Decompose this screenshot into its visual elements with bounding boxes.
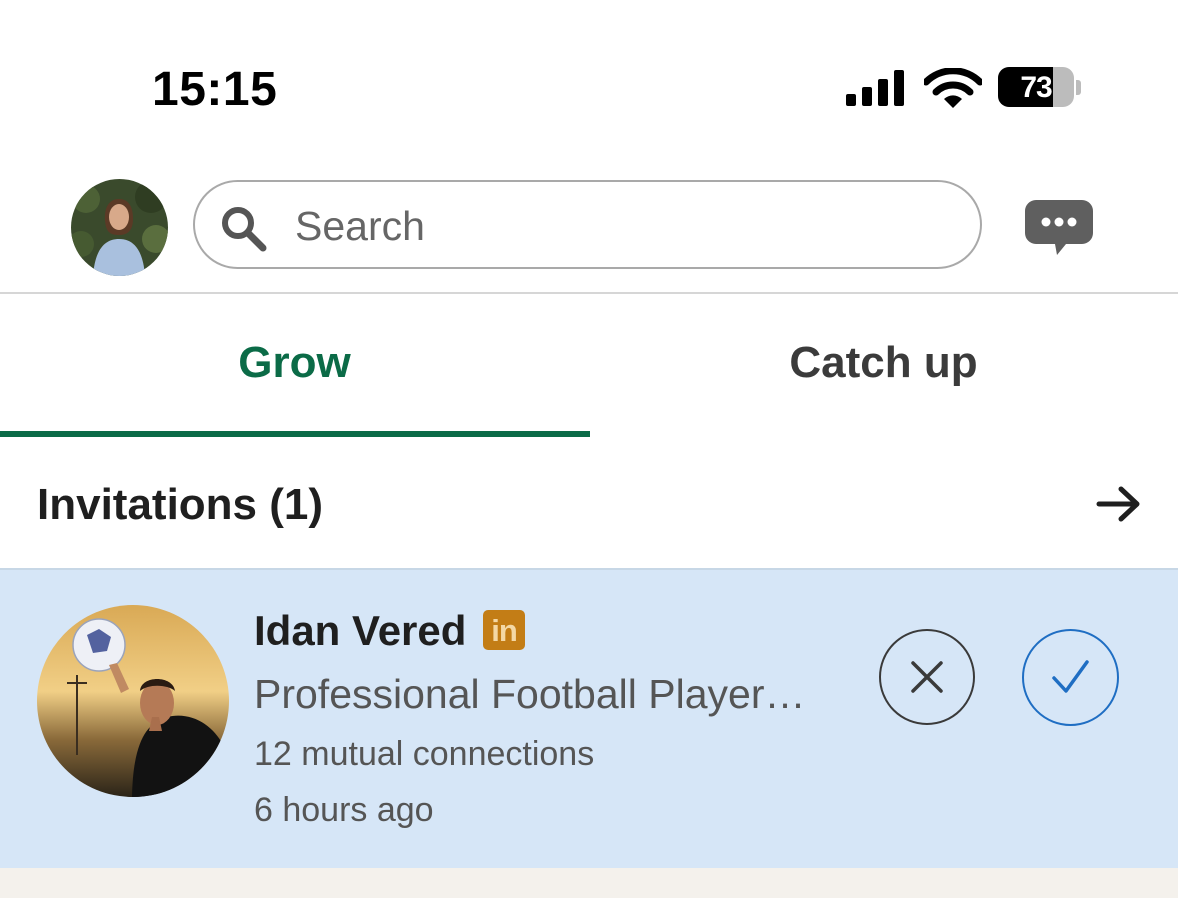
accept-button[interactable]	[1022, 629, 1119, 726]
wifi-icon	[924, 68, 982, 108]
invitations-title[interactable]: Invitations (1)	[37, 480, 323, 530]
bottom-section-divider	[0, 868, 1178, 898]
checkmark-icon	[1052, 660, 1089, 693]
inviter-avatar[interactable]	[37, 605, 229, 797]
profile-avatar[interactable]	[71, 179, 168, 276]
search-input[interactable]: Search	[295, 203, 425, 250]
inviter-headline: Professional Football Player…	[254, 671, 806, 717]
invitation-time: 6 hours ago	[254, 791, 434, 829]
tab-selected-indicator	[0, 431, 590, 437]
cellular-signal-icon	[846, 70, 904, 106]
mutual-connections[interactable]: 12 mutual connections	[254, 735, 594, 774]
chat-bubble-icon[interactable]	[1024, 198, 1094, 258]
tab-grow[interactable]: Grow	[0, 294, 589, 436]
close-icon	[911, 661, 943, 693]
premium-badge-icon: in	[483, 610, 525, 650]
tab-catch-up-label: Catch up	[789, 338, 978, 387]
battery-indicator: 73	[998, 67, 1082, 109]
battery-level: 73	[1020, 71, 1052, 104]
tab-grow-label: Grow	[238, 338, 351, 387]
search-icon	[222, 207, 267, 252]
tab-catch-up[interactable]: Catch up	[589, 294, 1178, 436]
ignore-button[interactable]	[879, 629, 975, 725]
inviter-name[interactable]: Idan Vered	[254, 607, 466, 655]
status-time: 15:15	[152, 63, 278, 116]
arrow-right-icon[interactable]	[1096, 484, 1142, 524]
